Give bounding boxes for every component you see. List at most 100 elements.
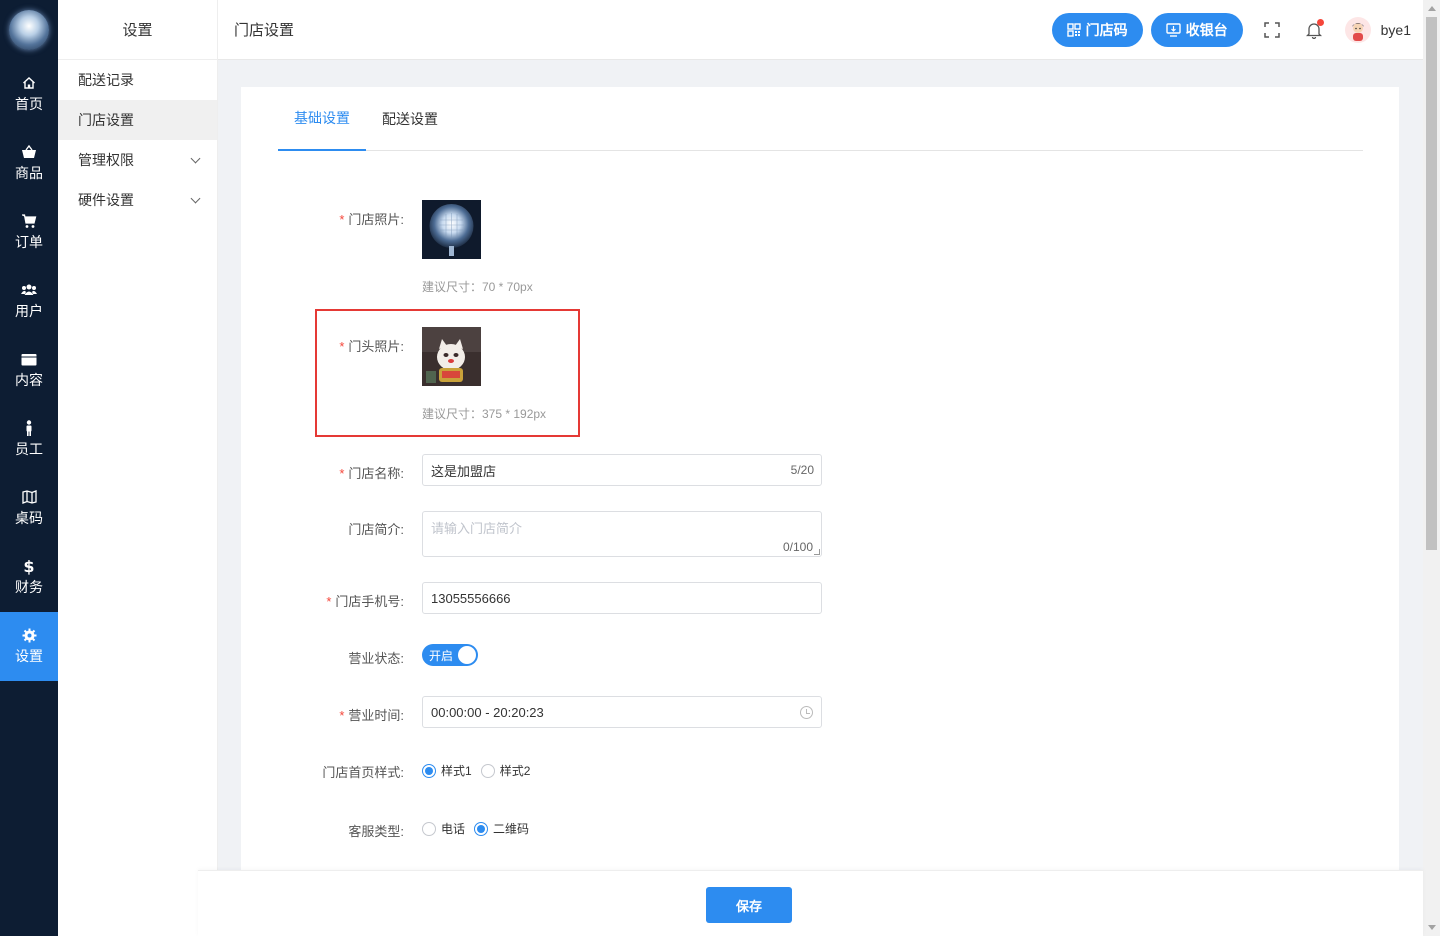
home-style-option-1[interactable]: 样式1 [422,762,472,779]
cart-icon [21,213,37,229]
settings-card: 基础设置 配送设置 * 门店照片: 建议尺寸：70 * 70px * 门头照片: 建… [241,87,1399,936]
business-status-switch[interactable]: 开启 [422,644,478,666]
store-intro-textarea[interactable]: 请输入门店简介 0/100 [422,511,822,557]
nav-label: 财务 [15,579,43,595]
folder-icon [21,351,37,367]
door-photo-label: * 门头照片: [339,339,404,354]
store-intro-char-count: 0/100 [782,540,813,554]
nav-item-home[interactable]: 首页 [0,60,58,129]
switch-knob [458,646,476,664]
resize-handle-icon[interactable] [814,549,820,555]
submenu-item-delivery-records[interactable]: 配送记录 [58,60,217,100]
page-scrollbar[interactable] [1423,0,1440,936]
store-name-label: * 门店名称: [339,466,404,481]
radio-checked-icon [422,763,436,778]
store-code-label: 门店码 [1085,22,1128,38]
submenu-item-label: 门店设置 [78,112,134,128]
users-icon [21,282,37,298]
nav-label: 员工 [15,441,43,457]
username[interactable]: bye1 [1381,22,1411,38]
dollar-icon: $ [21,558,37,575]
bell-icon[interactable] [1293,13,1335,47]
nav-label: 内容 [15,372,43,388]
map-icon [21,489,37,505]
store-photo-hint: 建议尺寸：70 * 70px [422,280,533,294]
nav-item-finance[interactable]: $ 财务 [0,543,58,612]
store-name-input[interactable]: 这是加盟店 5/20 [422,454,822,486]
home-style-label: 门店首页样式: [322,765,404,780]
service-type-option-phone[interactable]: 电话 [422,820,465,837]
nav-item-settings[interactable]: 设置 [0,612,58,681]
store-intro-label: 门店简介: [348,522,404,537]
cashier-button[interactable]: 收银台 [1150,13,1243,47]
gear-icon [21,627,37,643]
app-logo[interactable] [0,0,58,60]
person-icon [21,420,37,436]
submenu-title: 设置 [58,0,217,60]
cashier-label: 收银台 [1185,22,1228,38]
chevron-down-icon [190,153,201,163]
store-phone-value: 13055556666 [431,590,511,606]
submenu-item-hardware[interactable]: 硬件设置 [58,180,217,220]
nav-label: 首页 [15,96,43,112]
service-type-label: 客服类型: [348,824,404,839]
nav-item-goods[interactable]: 商品 [0,129,58,198]
store-photo-label: * 门店照片: [339,212,404,227]
home-icon [21,75,37,91]
door-photo-image[interactable] [422,327,481,386]
home-style-radio-group: 样式1 样式2 [422,762,539,779]
nav-item-staff[interactable]: 员工 [0,405,58,474]
settings-submenu: 设置 配送记录 门店设置 管理权限 硬件设置 [58,0,218,936]
store-photo-image[interactable] [422,200,481,259]
qrcode-icon [1066,23,1081,37]
monitor-icon [1165,23,1181,37]
submenu-item-label: 配送记录 [78,72,134,88]
nav-label: 桌码 [15,510,43,526]
business-hours-value: 00:00:00 - 20:20:23 [431,704,544,720]
nav-item-content[interactable]: 内容 [0,336,58,405]
nav-label: 订单 [15,234,43,250]
fullscreen-icon[interactable] [1251,13,1293,47]
settings-tabs: 基础设置 配送设置 [278,87,1363,151]
store-code-button[interactable]: 门店码 [1051,13,1143,47]
switch-text: 开启 [429,648,454,663]
nav-item-table-code[interactable]: 桌码 [0,474,58,543]
radio-unchecked-icon [422,821,436,836]
store-phone-label: * 门店手机号: [326,594,404,609]
tab-basic-settings[interactable]: 基础设置 [278,87,366,151]
business-hours-label: * 营业时间: [339,708,404,723]
submenu-item-label: 管理权限 [78,152,134,168]
scroll-up-icon[interactable] [1428,6,1436,11]
nav-label: 设置 [15,648,43,664]
avatar[interactable] [1344,17,1371,43]
top-header: 门店设置 门店码 收银台 bye1 [218,0,1423,60]
service-type-radio-group: 电话 二维码 [422,820,538,837]
svg-text:$: $ [23,558,34,575]
chevron-down-icon [190,193,201,203]
business-status-label: 营业状态: [348,651,404,666]
store-intro-placeholder: 请输入门店简介 [431,521,523,536]
save-button[interactable]: 保存 [706,887,792,923]
home-style-option-2[interactable]: 样式2 [480,762,530,779]
nav-item-orders[interactable]: 订单 [0,198,58,267]
store-phone-input[interactable]: 13055556666 [422,582,822,614]
submenu-item-store-settings[interactable]: 门店设置 [58,100,217,140]
submenu-item-permissions[interactable]: 管理权限 [58,140,217,180]
store-name-char-count: 5/20 [790,463,814,477]
breadcrumb: 门店设置 [234,22,295,39]
footer-action-bar: 保存 [198,870,1423,936]
tab-delivery-settings[interactable]: 配送设置 [366,87,454,151]
radio-checked-icon [474,821,489,836]
scroll-down-icon[interactable] [1428,925,1436,930]
nav-label: 商品 [15,165,43,181]
nav-label: 用户 [15,303,43,319]
basket-icon [21,144,37,160]
store-name-value: 这是加盟店 [431,463,497,479]
scroll-thumb[interactable] [1426,17,1437,550]
clock-icon [800,706,813,719]
service-type-option-qrcode[interactable]: 二维码 [474,820,529,837]
business-hours-picker[interactable]: 00:00:00 - 20:20:23 [422,696,822,728]
nav-item-users[interactable]: 用户 [0,267,58,336]
door-photo-hint: 建议尺寸：375 * 192px [422,407,547,421]
radio-unchecked-icon [480,763,495,778]
